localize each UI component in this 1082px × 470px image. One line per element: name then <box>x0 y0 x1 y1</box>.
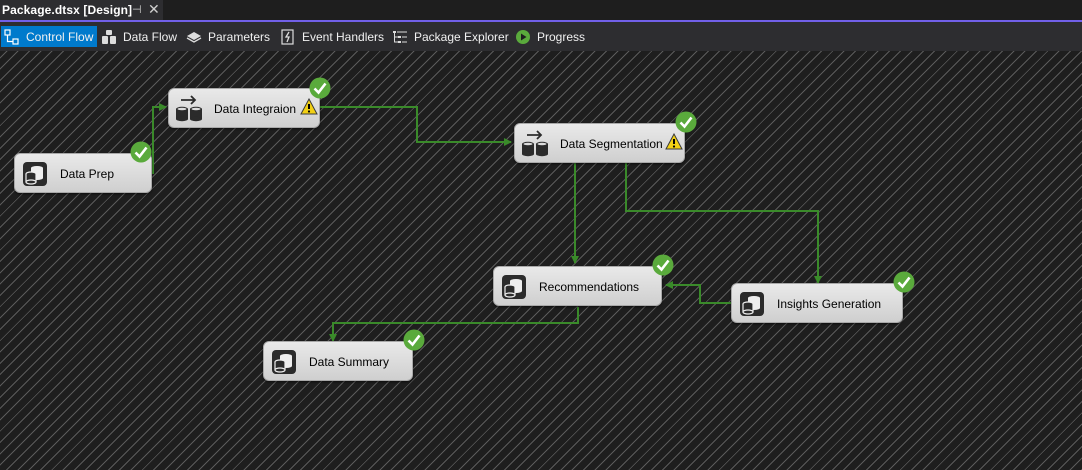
document-tab[interactable]: Package.dtsx [Design] ⊣ ✕ <box>0 0 163 20</box>
task-data-integration[interactable]: Data Integraion <box>168 88 320 128</box>
success-check-icon <box>675 111 697 133</box>
tab-package-explorer[interactable]: Package Explorer <box>392 26 509 47</box>
progress-play-icon <box>515 29 531 45</box>
tab-parameters[interactable]: Parameters <box>186 26 270 47</box>
tab-data-flow[interactable]: Data Flow <box>101 26 177 47</box>
close-icon[interactable]: ✕ <box>148 1 160 18</box>
task-recommendations[interactable]: Recommendations <box>493 266 662 306</box>
tab-control-flow[interactable]: Control Flow <box>1 26 97 47</box>
tab-label: Data Flow <box>123 29 178 44</box>
document-tab-title: Package.dtsx [Design] <box>2 3 133 17</box>
precedence-constraints <box>142 103 822 342</box>
warning-icon <box>300 98 318 115</box>
constraint-integration-to-segmentation[interactable] <box>320 106 512 146</box>
tab-label: Control Flow <box>26 29 94 44</box>
tab-label: Event Handlers <box>302 29 385 44</box>
tab-label: Package Explorer <box>414 29 509 44</box>
success-check-icon <box>309 77 331 99</box>
parameters-icon <box>186 29 202 45</box>
task-label: Insights Generation <box>777 297 882 311</box>
tab-event-handlers[interactable]: Event Handlers <box>280 26 384 47</box>
package-explorer-icon <box>392 29 408 45</box>
task-label: Recommendations <box>539 280 640 294</box>
task-insights-generation[interactable]: Insights Generation <box>731 283 903 323</box>
tab-progress[interactable]: Progress <box>515 26 585 47</box>
task-label: Data Summary <box>309 355 390 369</box>
execute-sql-task-icon <box>272 350 296 374</box>
constraint-insights-to-recommendations[interactable] <box>665 281 731 304</box>
success-check-icon <box>130 141 152 163</box>
tab-label: Progress <box>537 29 586 44</box>
constraint-recommendations-to-summary[interactable] <box>329 307 579 342</box>
control-flow-icon <box>4 28 20 45</box>
task-label: Data Integraion <box>214 102 297 116</box>
tab-label: Parameters <box>208 29 271 44</box>
task-label: Data Segmentation <box>560 137 663 151</box>
execute-sql-task-icon <box>502 275 526 299</box>
event-handlers-icon <box>280 28 296 45</box>
success-check-icon <box>893 271 915 293</box>
data-flow-task-icon <box>522 130 548 157</box>
control-flow-canvas[interactable]: Data Prep Data Integraion Data Segmentat… <box>0 51 1082 470</box>
pin-icon[interactable]: ⊣ <box>132 3 142 16</box>
success-check-icon <box>652 254 674 276</box>
execute-sql-task-icon <box>740 292 764 316</box>
data-flow-task-icon <box>176 95 202 122</box>
data-flow-icon <box>101 29 117 45</box>
task-label: Data Prep <box>60 167 115 181</box>
designer-toolbar: Control Flow Data Flow Parameters Event … <box>0 22 1082 51</box>
document-tab-strip: Package.dtsx [Design] ⊣ ✕ <box>0 0 1082 22</box>
success-check-icon <box>403 329 425 351</box>
task-data-summary[interactable]: Data Summary <box>263 341 413 381</box>
execute-sql-task-icon <box>23 162 47 186</box>
warning-icon <box>665 133 683 150</box>
task-data-segmentation[interactable]: Data Segmentation <box>514 123 685 163</box>
